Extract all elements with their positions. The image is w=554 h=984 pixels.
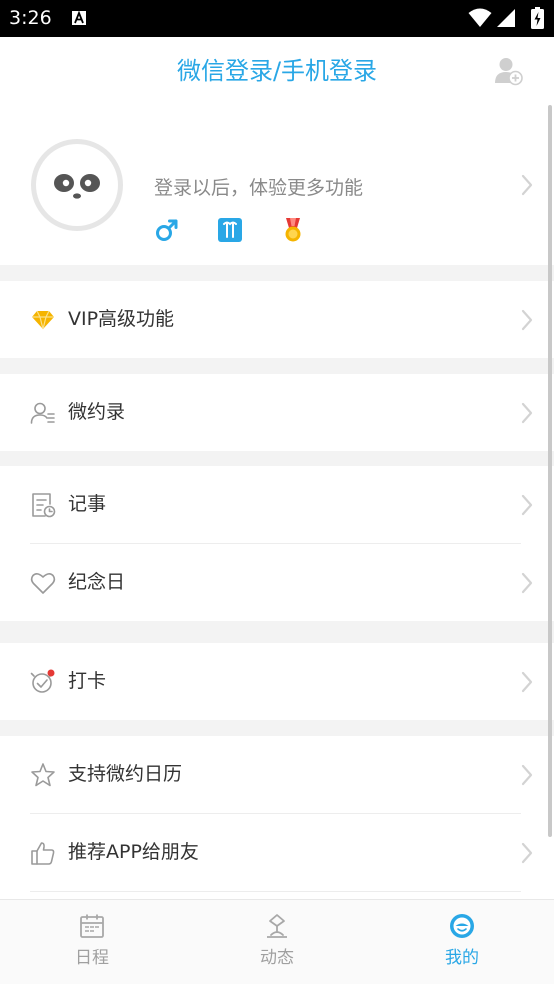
chevron-right-icon [521, 309, 533, 331]
star-icon [31, 763, 55, 787]
anniversary-label: 纪念日 [68, 571, 126, 593]
chevron-right-icon [521, 402, 533, 424]
divider [30, 891, 521, 892]
scrollbar[interactable] [548, 105, 552, 837]
profile-card[interactable]: 登录以后，体验更多功能 [0, 105, 554, 265]
login-prompt-text: 登录以后，体验更多功能 [154, 177, 364, 199]
notes-item[interactable]: 记事 [0, 466, 554, 543]
vip-features-label: VIP高级功能 [68, 308, 175, 330]
share-section: 支持微约日历 推荐APP给朋友 [0, 736, 554, 899]
status-time: 3:26 [9, 7, 52, 29]
zodiac-icon [218, 218, 242, 242]
chevron-right-icon [521, 764, 533, 786]
status-bar: 3:26 [0, 0, 554, 37]
tab-feed-label: 动态 [260, 948, 294, 968]
checkin-label: 打卡 [68, 670, 107, 692]
support-app-item[interactable]: 支持微约日历 [0, 736, 554, 813]
vip-features-item[interactable]: VIP高级功能 [0, 281, 554, 358]
medal-icon [285, 218, 301, 242]
heart-icon [30, 573, 56, 594]
contacts-icon [30, 402, 55, 424]
tab-schedule-label: 日程 [75, 948, 109, 968]
chevron-right-icon [521, 174, 533, 196]
anniversary-item[interactable]: 纪念日 [0, 544, 554, 621]
calendar-icon [80, 914, 104, 938]
recommend-app-item[interactable]: 推荐APP给朋友 [0, 814, 554, 891]
support-app-label: 支持微约日历 [68, 763, 183, 785]
tab-schedule[interactable]: 日程 [0, 900, 184, 984]
chevron-right-icon [521, 494, 533, 516]
recommend-app-label: 推荐APP给朋友 [68, 841, 199, 863]
contacts-label: 微约录 [68, 401, 126, 423]
bottom-tab-bar: 日程 动态 我的 [0, 899, 554, 984]
contacts-section: 微约录 [0, 374, 554, 451]
login-title-link[interactable]: 微信登录/手机登录 [0, 55, 554, 87]
tab-me[interactable]: 我的 [370, 900, 554, 984]
checkin-item[interactable]: 打卡 [0, 643, 554, 720]
profile-face-icon [450, 914, 474, 938]
avatar[interactable] [31, 139, 123, 231]
feed-icon [267, 914, 287, 938]
cellular-signal-icon [497, 9, 515, 27]
thumbs-up-icon [31, 842, 55, 865]
checkin-section: 打卡 [0, 643, 554, 720]
vip-section: VIP高级功能 [0, 281, 554, 358]
chevron-right-icon [521, 671, 533, 693]
diamond-icon [32, 310, 54, 330]
chevron-right-icon [521, 842, 533, 864]
tab-feed[interactable]: 动态 [185, 900, 369, 984]
notes-section: 记事 纪念日 [0, 466, 554, 621]
notes-label: 记事 [68, 493, 107, 515]
profile-scroll-area[interactable]: 登录以后，体验更多功能 VIP高级功能 微约录 记事 纪念日 打卡 支持微约日历… [0, 105, 554, 899]
add-user-icon[interactable] [494, 56, 524, 86]
accessibility-notification-icon [72, 11, 86, 25]
notes-icon [32, 493, 56, 518]
chevron-right-icon [521, 572, 533, 594]
panda-avatar-icon [36, 144, 118, 226]
male-symbol-icon [156, 219, 178, 241]
checkin-icon [30, 669, 55, 693]
app-header: 微信登录/手机登录 [0, 37, 554, 105]
battery-icon [531, 7, 544, 29]
tab-me-label: 我的 [445, 948, 479, 968]
wifi-icon [468, 8, 492, 27]
contacts-item[interactable]: 微约录 [0, 374, 554, 451]
